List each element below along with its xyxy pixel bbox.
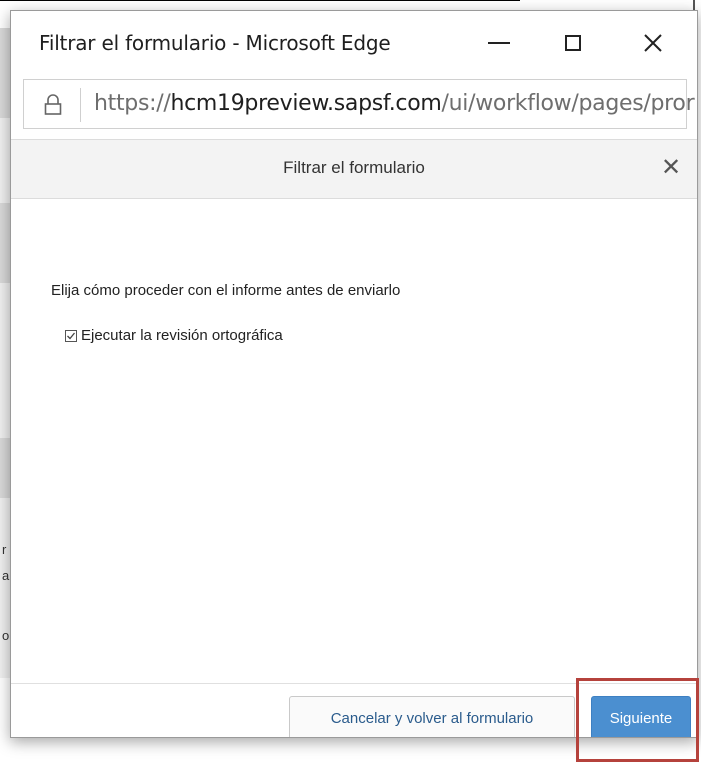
spellcheck-option[interactable]: Ejecutar la revisión ortográfica [65, 327, 283, 344]
address-separator [80, 88, 81, 122]
dialog-footer: Cancelar y volver al formulario Siguient… [11, 683, 697, 737]
next-button[interactable]: Siguiente [591, 696, 691, 737]
window-titlebar[interactable]: Filtrar el formulario - Microsoft Edge [11, 11, 697, 75]
url-scheme: https:// [94, 91, 171, 116]
lock-icon [44, 94, 62, 115]
cancel-and-return-button[interactable]: Cancelar y volver al formulario [289, 696, 575, 737]
minimize-icon [488, 42, 510, 44]
address-bar[interactable]: https://hcm19preview.sapsf.com/ui/workfl… [23, 79, 695, 129]
window-close-button[interactable] [625, 23, 681, 63]
maximize-button[interactable] [545, 23, 601, 63]
maximize-icon [565, 35, 581, 51]
dialog-close-button[interactable]: ✕ [661, 154, 681, 182]
background-text-fragment: a [2, 568, 10, 583]
dialog-instruction: Elija cómo proceder con el informe antes… [51, 282, 401, 299]
minimize-button[interactable] [471, 23, 527, 63]
browser-popup-window: Filtrar el formulario - Microsoft Edge h… [10, 10, 698, 738]
dialog-header: Filtrar el formulario ✕ [11, 139, 697, 199]
background-text-fragment: o [2, 628, 10, 643]
spellcheck-checkbox[interactable] [65, 329, 77, 342]
background-caret [693, 0, 695, 10]
url-host: hcm19preview.sapsf.com [170, 91, 442, 116]
url-path: /ui/workflow/pages/pror [441, 91, 695, 116]
checkbox-checked-icon [67, 332, 76, 339]
background-text-fragment: r [2, 542, 7, 557]
url-text[interactable]: https://hcm19preview.sapsf.com/ui/workfl… [94, 91, 695, 116]
dialog-title: Filtrar el formulario [283, 158, 425, 177]
window-title: Filtrar el formulario - Microsoft Edge [39, 31, 391, 55]
spellcheck-label: Ejecutar la revisión ortográfica [81, 327, 283, 344]
close-icon [644, 34, 662, 52]
background-rule [0, 0, 520, 1]
